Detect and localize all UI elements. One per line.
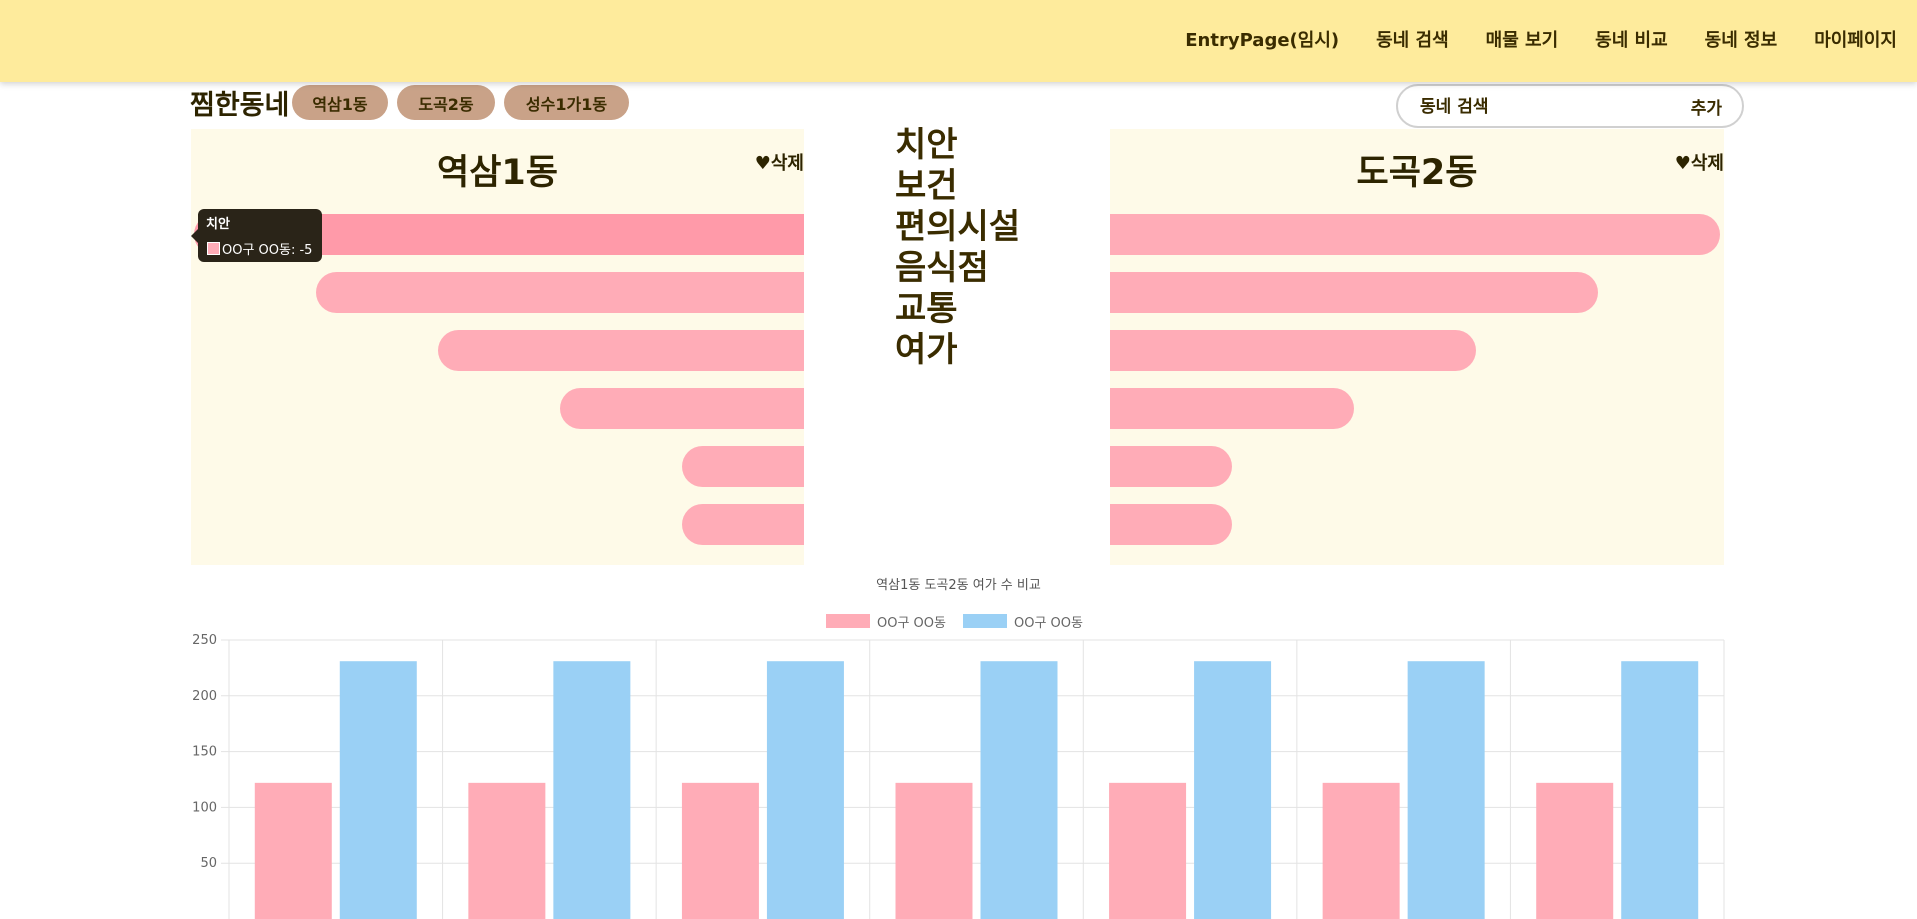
top-nav-bar: EntryPage(임시) 동네 검색 매물 보기 동네 비교 동네 정보 마이… xyxy=(0,0,1917,82)
bar-series-2[interactable] xyxy=(1407,661,1485,919)
nav-neighborhood-search[interactable]: 동네 검색 xyxy=(1376,26,1449,52)
y-tick-label: 50 xyxy=(200,856,217,871)
y-tick-label: 100 xyxy=(192,800,217,815)
nav-entry-page[interactable]: EntryPage(임시) xyxy=(1185,26,1339,52)
bar-series-1[interactable] xyxy=(681,782,759,919)
nav-listings[interactable]: 매물 보기 xyxy=(1486,26,1559,52)
bar-series-1[interactable] xyxy=(1109,782,1187,919)
bar-series-1[interactable] xyxy=(468,782,546,919)
tooltip-value: OO구 OO동: -5 xyxy=(222,243,313,258)
bar-series-1[interactable] xyxy=(254,782,332,919)
tooltip-title: 치안 xyxy=(206,217,230,232)
comparison-bar-chart: 50 100 150 200 250 xyxy=(192,633,1725,919)
bar-series-1[interactable] xyxy=(1536,782,1614,919)
tooltip-caret xyxy=(191,229,198,243)
main-nav: EntryPage(임시) 동네 검색 매물 보기 동네 비교 동네 정보 마이… xyxy=(1148,0,1897,78)
nav-mypage[interactable]: 마이페이지 xyxy=(1814,26,1897,52)
nav-neighborhood-info[interactable]: 동네 정보 xyxy=(1705,26,1778,52)
nav-neighborhood-compare[interactable]: 동네 비교 xyxy=(1595,26,1668,52)
bar-series-2[interactable] xyxy=(553,661,631,919)
y-tick-label: 250 xyxy=(192,633,217,648)
tooltip-swatch xyxy=(207,242,220,255)
bar-series-1[interactable] xyxy=(895,782,973,919)
y-tick-label: 150 xyxy=(192,745,217,760)
bar-series-2[interactable] xyxy=(1621,661,1699,919)
bar-series-2[interactable] xyxy=(339,661,417,919)
chart-tooltip: 치안 OO구 OO동: -5 xyxy=(191,209,322,262)
bar-series-2[interactable] xyxy=(766,661,844,919)
bar-series-1[interactable] xyxy=(1322,782,1400,919)
y-tick-label: 200 xyxy=(192,689,217,704)
bar-series-2[interactable] xyxy=(980,661,1058,919)
bar-series-2[interactable] xyxy=(1194,661,1272,919)
